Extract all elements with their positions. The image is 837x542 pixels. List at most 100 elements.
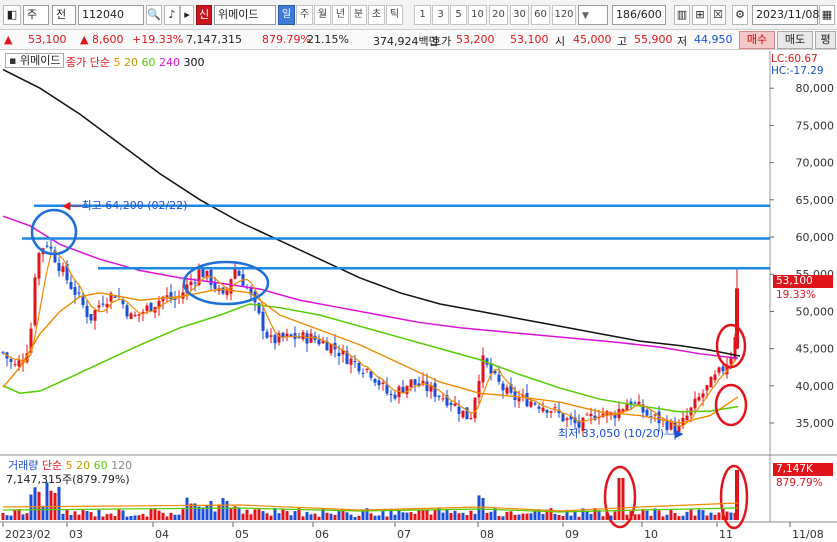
candle [709,376,713,388]
count-1-button[interactable]: 1 [414,5,431,25]
candle [433,383,437,397]
count-3-button[interactable]: 3 [432,5,449,25]
trade-amount: 374,924백만 [373,35,439,48]
volume-bar [393,514,397,520]
market-label: 주 [27,8,38,21]
date-value: 2023/11/08 [756,8,820,21]
candle [405,385,409,395]
sell-label: 매도 [784,33,806,46]
calendar-icon[interactable]: ▦ [819,5,835,25]
volume-bar [709,512,713,520]
volume-bar [85,511,89,520]
volume-bar [637,514,641,520]
candle [101,303,105,305]
volume-bar [585,511,589,520]
candle [225,290,229,296]
stock-name-field[interactable]: 위메이드 [214,5,276,25]
volume-bar [73,511,77,520]
candle [237,270,241,276]
candle-type-icon[interactable]: ▥ [674,5,690,25]
tab-month[interactable]: 월 [314,5,331,25]
sell-button[interactable]: 매도 [777,31,813,49]
bid-label: 호가 [431,35,452,48]
tab-week[interactable]: 주 [296,5,313,25]
volume-bar [241,513,245,520]
volume-bar [553,513,557,520]
candle [273,334,277,344]
last-candle [735,288,739,349]
candle [73,287,77,295]
volume-bar [1,512,5,520]
count-30-button[interactable]: 30 [510,5,529,25]
overlay-icon[interactable]: ⊞ [692,5,708,25]
count-select[interactable]: ▼ [578,5,608,25]
candle [81,295,85,306]
volume-bar [501,516,505,520]
count-60-button[interactable]: 60 [531,5,550,25]
candle [269,335,273,337]
volume-bar [673,513,677,520]
prev-select[interactable]: 전 [52,5,76,25]
volume-bar [265,513,269,520]
count-5-button[interactable]: 5 [450,5,467,25]
date-input[interactable]: 2023/11/08 [752,5,820,25]
candle [165,295,169,297]
low-annotation-text: 최저 33,050 (10/20) [558,427,665,440]
price-legend[interactable]: ▪ 위메이드 [5,53,65,68]
search-icon[interactable]: 🔍 [146,5,162,25]
volume-bar [697,509,701,520]
new-badge[interactable]: 신 [196,5,212,25]
tab-year[interactable]: 년 [332,5,349,25]
volume-bar [357,515,361,520]
candle [121,300,125,305]
y-tick-label: 35,000 [796,417,835,430]
volume-bar [57,486,61,520]
count-20-button[interactable]: 20 [489,5,508,25]
buy-button[interactable]: 매수 [739,31,775,49]
candle [497,374,501,382]
stock-name-value: 위메이드 [218,8,259,21]
x-tick-label: 08 [480,528,494,541]
count-120-button[interactable]: 120 [552,5,576,25]
volume-bar [81,509,85,520]
volume-bar [461,512,465,520]
chart-menu-icon[interactable]: ◧ [3,5,21,25]
candle [513,391,517,400]
volume-bar [285,511,289,520]
candle [189,281,193,285]
high-annotation-text: 최고 64,200 (02/22) [81,199,188,212]
compare-icon[interactable]: ☒ [710,5,726,25]
candle [233,268,237,279]
sound-icon[interactable]: ♪ [164,5,180,25]
volume-bar [409,512,413,520]
tab-second[interactable]: 초 [368,5,385,25]
candle [401,386,405,393]
eval-button[interactable]: 평 [815,31,836,49]
volume-bar [577,516,581,520]
stock-code-input[interactable]: 112040 [78,5,144,25]
candle [377,380,381,386]
count-10-button[interactable]: 10 [468,5,487,25]
volume-bar [65,509,69,520]
volume-bar [645,510,649,520]
settings-gear-icon[interactable]: ⚙ [732,5,748,25]
volume-bar [629,511,633,520]
volume-bar [445,509,449,520]
candle [353,360,357,362]
volume-bar [633,514,637,520]
volume-bar [101,516,105,520]
candle [89,314,93,321]
tab-minute[interactable]: 분 [350,5,367,25]
market-select[interactable]: 주 [23,5,49,25]
candle [129,313,133,319]
volume-bar [261,511,265,520]
tab-tick[interactable]: 틱 [386,5,403,25]
candle [77,292,81,294]
volume-bar [353,516,357,520]
link-icon[interactable]: ▸ [180,5,194,25]
tab-day[interactable]: 일 [278,5,295,25]
volume-bar [249,514,253,520]
volume-bar [725,511,729,520]
volume-bar [525,513,529,520]
volume-bar [505,511,509,520]
